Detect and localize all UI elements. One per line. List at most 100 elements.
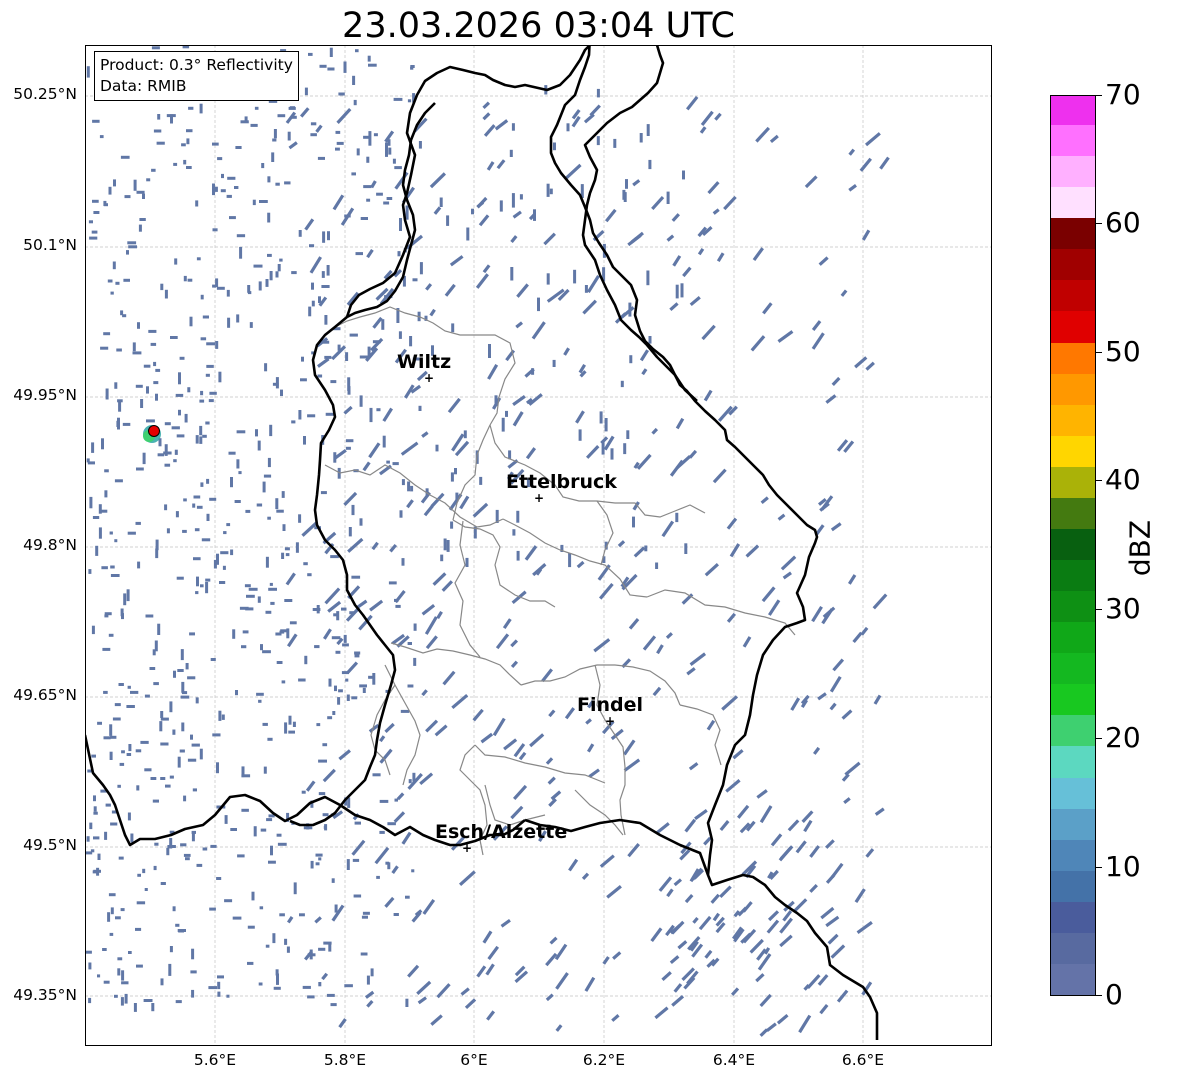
echo-cell bbox=[482, 264, 491, 274]
echo-cell bbox=[494, 395, 498, 406]
city-label: Ettelbruck bbox=[506, 471, 617, 493]
echo-cell bbox=[93, 211, 100, 214]
colorbar-segment bbox=[1051, 559, 1095, 592]
echo-cell bbox=[511, 193, 515, 208]
echo-cell bbox=[92, 516, 100, 519]
echo-cell bbox=[396, 792, 405, 801]
echo-cell bbox=[195, 591, 199, 595]
echo-cell bbox=[327, 231, 330, 241]
echo-cell bbox=[712, 468, 727, 484]
echo-cell bbox=[617, 540, 626, 548]
echo-cell bbox=[555, 972, 569, 990]
echo-cell bbox=[216, 286, 225, 290]
echo-cell bbox=[684, 818, 697, 833]
echo-cell bbox=[317, 156, 325, 160]
city-marker: + bbox=[462, 841, 472, 855]
echo-cell bbox=[548, 709, 556, 718]
echo-cell bbox=[633, 546, 646, 558]
echo-cell bbox=[578, 429, 582, 441]
district-boundary bbox=[596, 500, 614, 566]
echo-cell bbox=[291, 420, 296, 424]
echo-cell bbox=[181, 143, 186, 147]
echo-cell bbox=[848, 184, 857, 192]
echo-cell bbox=[338, 689, 343, 693]
echo-cell bbox=[99, 135, 104, 139]
echo-cell bbox=[416, 980, 432, 995]
echo-cell bbox=[372, 773, 381, 777]
echo-cell bbox=[372, 316, 383, 329]
echo-cell bbox=[220, 551, 229, 555]
echo-cell bbox=[759, 805, 773, 824]
echo-cell bbox=[865, 361, 875, 371]
echo-cell bbox=[180, 843, 187, 847]
echo-cell bbox=[175, 393, 184, 397]
echo-cell bbox=[126, 753, 132, 756]
echo-cell bbox=[123, 593, 127, 606]
echo-cell bbox=[844, 761, 861, 776]
echo-cell bbox=[820, 906, 835, 920]
echo-cell bbox=[379, 830, 385, 834]
echo-cell bbox=[872, 593, 888, 610]
echo-cell bbox=[200, 294, 204, 300]
echo-cell bbox=[432, 572, 447, 586]
echo-cell bbox=[345, 439, 354, 443]
echo-cell bbox=[651, 427, 659, 435]
echo-cell bbox=[150, 777, 157, 780]
echo-cell bbox=[673, 878, 683, 887]
echo-cell bbox=[115, 281, 120, 285]
echo-cell bbox=[299, 913, 305, 917]
echo-cell bbox=[337, 697, 341, 705]
echo-cell bbox=[265, 610, 272, 614]
echo-cell bbox=[309, 256, 322, 274]
echo-cell bbox=[749, 938, 764, 954]
echo-cell bbox=[666, 234, 675, 242]
echo-cell bbox=[362, 687, 366, 693]
echo-cell bbox=[568, 553, 572, 568]
echo-cell bbox=[118, 401, 122, 412]
echo-cell bbox=[382, 435, 386, 448]
echo-cell bbox=[405, 205, 409, 220]
echo-cell bbox=[92, 119, 100, 123]
echo-cell bbox=[169, 701, 173, 713]
colorbar-segment bbox=[1051, 435, 1095, 467]
echo-cell bbox=[864, 132, 881, 147]
echo-cell bbox=[128, 245, 137, 249]
echo-cell bbox=[407, 684, 414, 688]
echo-cell bbox=[284, 938, 288, 945]
echo-cell bbox=[629, 355, 633, 364]
echo-cell bbox=[737, 804, 750, 819]
echo-cell bbox=[874, 807, 885, 816]
echo-cell bbox=[136, 190, 145, 194]
echo-cell bbox=[156, 141, 165, 145]
radar-map-canvas: +Wiltz+Ettelbruck+Findel+Esch/Alzette bbox=[85, 45, 992, 1046]
echo-cell bbox=[686, 95, 699, 111]
echo-cell bbox=[620, 306, 635, 319]
city-marker: + bbox=[605, 714, 615, 728]
echo-cell bbox=[277, 114, 286, 118]
echo-cell bbox=[107, 912, 111, 922]
echo-cell bbox=[345, 446, 351, 450]
echo-cell bbox=[475, 273, 489, 289]
echo-cell bbox=[777, 330, 794, 343]
echo-cell bbox=[118, 683, 124, 686]
colorbar-segment bbox=[1051, 776, 1095, 809]
echo-cell bbox=[153, 682, 159, 686]
echo-cell bbox=[355, 252, 363, 256]
colorbar-axis-label: dBZ bbox=[1123, 519, 1157, 577]
echo-cell bbox=[721, 695, 738, 711]
echo-cell bbox=[136, 964, 143, 968]
echo-cell bbox=[217, 981, 221, 990]
echo-cell bbox=[666, 888, 674, 898]
echo-cell bbox=[675, 512, 679, 523]
echo-cell bbox=[847, 574, 857, 585]
echo-cell bbox=[183, 275, 187, 282]
echo-cell bbox=[247, 285, 251, 293]
radar-map[interactable]: + Wiltz + Ettelbruck + Findel + Esch/Alzette bbox=[85, 45, 992, 1046]
echo-cell bbox=[677, 940, 688, 950]
echo-cell bbox=[790, 697, 801, 711]
echo-cell bbox=[137, 322, 140, 329]
echo-cell bbox=[171, 426, 180, 430]
echo-cell bbox=[673, 983, 683, 993]
echo-cell bbox=[354, 821, 361, 825]
echo-cell bbox=[307, 573, 312, 577]
